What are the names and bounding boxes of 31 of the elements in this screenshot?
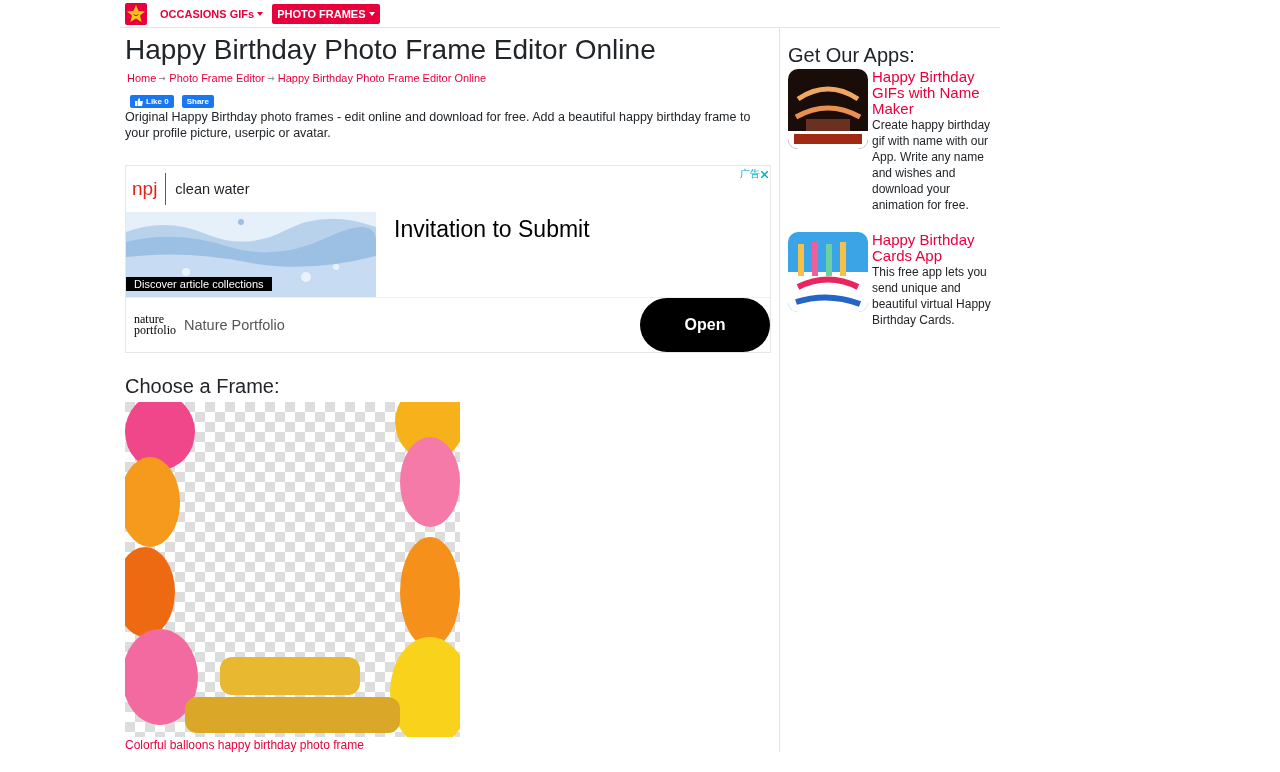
arrow-icon: [159, 75, 167, 81]
nav-menu[interactable]: OCCASIONS GIFs: [155, 3, 269, 24]
close-icon[interactable]: [761, 170, 768, 178]
ad-marker[interactable]: 广告: [740, 167, 760, 181]
breadcrumb-link[interactable]: Photo Frame Editor: [169, 72, 265, 84]
section-heading: Choose a Frame:: [125, 375, 281, 398]
brand-logo: npj: [126, 173, 167, 205]
like-button[interactable]: Like 0: [130, 95, 174, 108]
caret-icon: [368, 11, 375, 16]
ad-headline: Invitation to Submit: [394, 216, 590, 242]
breadcrumb-link[interactable]: Happy Birthday Photo Frame Editor Online: [277, 72, 487, 84]
arrow-icon: [267, 75, 275, 81]
app-description: Create happy birthday gif with name with our App. Write any name and wishes and download your animation for free.: [872, 117, 992, 213]
ad-topic: clean water: [175, 181, 250, 197]
publisher-name: Nature Portfolio: [184, 317, 285, 333]
image-caption: Discover article collections: [126, 277, 272, 291]
nav-menu[interactable]: PHOTO FRAMES: [272, 3, 380, 24]
open-button[interactable]: Open: [640, 298, 770, 352]
app-title-link[interactable]: Happy Birthday Cards App: [872, 232, 1000, 264]
sidebar-heading: Get Our Apps:: [788, 44, 916, 67]
share-button[interactable]: Share: [181, 95, 214, 108]
star-logo-icon[interactable]: [125, 2, 147, 25]
frame-caption-link[interactable]: Colorful balloons happy birthday photo frame: [125, 738, 771, 752]
publisher-logo: nature portfolio: [134, 314, 176, 336]
breadcrumb-link[interactable]: Home: [127, 72, 157, 84]
caret-icon: [257, 11, 264, 16]
description: Original Happy Birthday photo frames - edit online and download for free. Add a beautiful happy birthday frame to your profile picture, userpic or avatar.: [125, 109, 752, 141]
app-description: This free app lets you send unique and beautiful virtual Happy Birthday Cards.: [872, 264, 992, 328]
app-title-link[interactable]: Happy Birthday GIFs with Name Maker: [872, 69, 1000, 117]
thumbs-up-icon: [135, 97, 143, 106]
page-title: Happy Birthday Photo Frame Editor Online: [125, 34, 657, 66]
